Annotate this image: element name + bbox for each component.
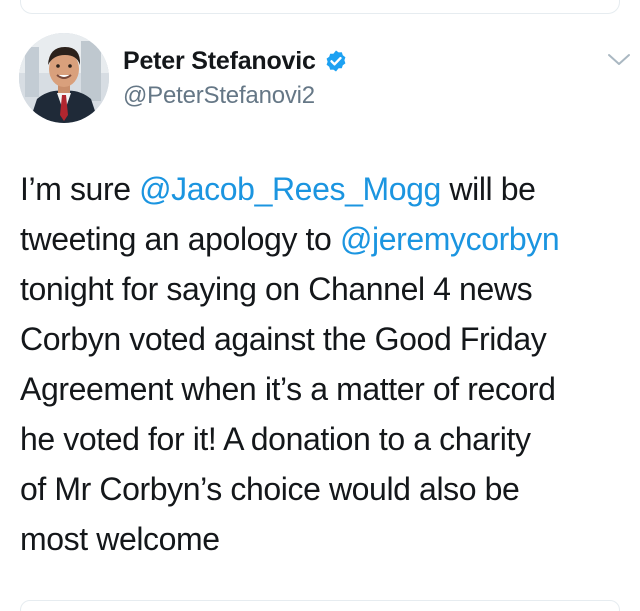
chevron-down-icon[interactable] [606, 51, 632, 69]
user-handle[interactable]: @PeterStefanovi2 [123, 82, 348, 110]
tweet-text-line: he voted for it! A donation to a charity [20, 414, 632, 464]
tweet-text: I’m sure @Jacob_Rees_Mogg will be tweetin… [20, 164, 632, 564]
tweet-text-segment: of Mr Corbyn’s choice would also be [20, 471, 520, 507]
tweet-text-line: Corbyn voted against the Good Friday [20, 314, 632, 364]
tweet-card: Peter Stefanovic @PeterStefanovi2 I’m su… [0, 0, 640, 611]
tweet-text-line: tweeting an apology to @jeremycorbyn [20, 214, 632, 264]
tweet-text-line: tonight for saying on Channel 4 news [20, 264, 632, 314]
next-card-border [20, 600, 620, 611]
mention-link[interactable]: @Jacob_Rees_Mogg [139, 171, 441, 207]
tweet-text-line: most welcome [20, 514, 632, 564]
tweet-header: Peter Stefanovic @PeterStefanovi2 [123, 46, 348, 110]
tweet-text-segment: he voted for it! A donation to a charity [20, 421, 531, 457]
tweet-text-segment: will be [440, 171, 536, 207]
tweet-text-line: Agreement when it’s a matter of record [20, 364, 632, 414]
tweet-text-segment: tonight for saying on Channel 4 news [20, 271, 533, 307]
mention-link[interactable]: @jeremycorbyn [340, 221, 560, 257]
avatar[interactable] [19, 33, 109, 123]
display-name[interactable]: Peter Stefanovic [123, 47, 316, 76]
verified-badge-icon [324, 49, 348, 73]
tweet-text-segment: most welcome [20, 521, 220, 557]
tweet-text-segment: I’m sure [20, 171, 140, 207]
name-row: Peter Stefanovic [123, 46, 348, 76]
tweet-text-line: I’m sure @Jacob_Rees_Mogg will be [20, 164, 632, 214]
tweet-text-segment: Corbyn voted against the Good Friday [20, 321, 547, 357]
tweet-text-line: of Mr Corbyn’s choice would also be [20, 464, 632, 514]
tweet-text-segment: Agreement when it’s a matter of record [20, 371, 556, 407]
profile-photo-icon [19, 33, 109, 123]
tweet-text-segment: tweeting an apology to [20, 221, 340, 257]
